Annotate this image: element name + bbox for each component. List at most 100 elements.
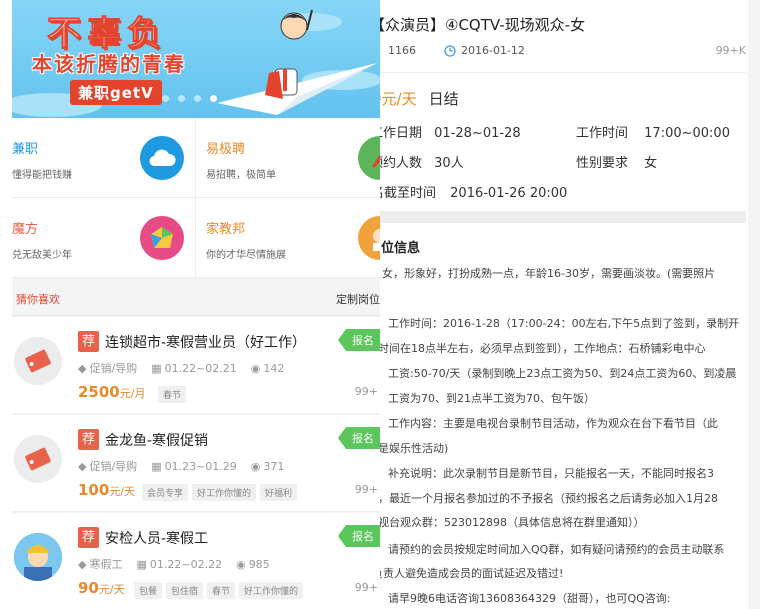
job-meta: ◆ 促销/导购 ▦ 01.23~01.29 ◉ 371	[78, 458, 284, 474]
job-avatar	[14, 533, 62, 581]
calendar-icon: ▦	[151, 459, 162, 473]
grid-item-yijipin[interactable]: 易极聘 易招聘，极简单	[196, 118, 380, 198]
recommend-badge: 荐	[78, 331, 99, 352]
grid-item-title: 家教邦	[206, 222, 246, 237]
desc-line: 工资为70、到21点半工资为70、包午饭）	[388, 392, 595, 405]
eye-icon: ◉	[236, 557, 246, 571]
job-salary: 2500元/月	[78, 383, 146, 401]
custom-jobs-link[interactable]: 定制岗位	[336, 291, 380, 307]
right-phone-screen: 【众演员】④CQTV-现场观众-女 1166 2016-01-12 99+K 0…	[380, 0, 760, 609]
screen-edge	[748, 0, 760, 609]
carousel-dot-active[interactable]	[210, 95, 217, 102]
job-views: ◉ 142	[250, 361, 285, 375]
deadline-row: 报名截至时间 2016-01-26 20:00	[380, 182, 567, 201]
carousel-dot[interactable]	[162, 95, 169, 102]
divider	[380, 72, 746, 73]
salary-value: 0元/天	[380, 90, 417, 108]
job-detail-meta: 1166 2016-01-12	[388, 44, 525, 57]
applicant-count: 99+	[354, 483, 378, 496]
headcount-label: 预约人数	[380, 156, 423, 171]
job-meta: ◆ 寒假工 ▦ 01.22~02.22 ◉ 985	[78, 556, 270, 572]
job-salary: 90元/天	[78, 579, 125, 597]
apply-button[interactable]: 报名	[338, 525, 380, 547]
job-title: 金龙鱼-寒假促销	[105, 433, 209, 449]
work-time-value: 17:00~00:00	[644, 126, 730, 141]
desc-line: 是娱乐性活动)	[380, 442, 449, 455]
grid-item-desc: 你的才华尽情施展	[206, 250, 286, 261]
feature-grid: 兼职 懂得能把钱赚 易极聘 易招聘，极简单 魔方 兑无敌美少年 家教邦 你的才华…	[12, 118, 380, 278]
job-tag-chip: 好工作你懂的	[239, 582, 304, 599]
section-divider	[380, 211, 746, 223]
job-tag-chip: 包餐	[134, 582, 163, 599]
job-list-item[interactable]: 荐 金龙鱼-寒假促销 ◆ 促销/导购 ▦ 01.23~01.29 ◉ 371 100元…	[12, 415, 380, 512]
recommend-header: 猜你喜欢 定制岗位	[12, 280, 380, 316]
apply-button[interactable]: 报名	[338, 329, 380, 351]
job-tag-chip: 好工作你懂的	[192, 484, 257, 501]
grid-item-jianzhi[interactable]: 兼职 懂得能把钱赚	[12, 118, 196, 198]
job-avatar	[14, 435, 62, 483]
publish-date: 2016-01-12	[444, 44, 525, 57]
job-tags: 包餐 包住宿 春节 好工作你懂的	[134, 582, 304, 599]
job-list-item[interactable]: 荐 连锁超市-寒假营业员（好工作） ◆ 促销/导购 ▦ 01.22~02.21 ◉ 1…	[12, 317, 380, 414]
desc-line: ，最近一个月报名参加过的不予报名（预约报名之后请务必加入1月28	[380, 492, 718, 505]
job-meta: ◆ 促销/导购 ▦ 01.22~02.21 ◉ 142	[78, 360, 284, 376]
desc-line: 负责人避免造成会员的面试延迟及错过!	[380, 567, 564, 580]
desc-line: 工作内容：主要是电视台录制节目活动，作为观众在台下看节目（此	[388, 417, 718, 430]
settlement-type: 日结	[428, 90, 459, 108]
job-tags: 会员专享 好工作你懂的 好福利	[142, 484, 298, 501]
headcount-value: 30人	[434, 156, 464, 171]
grid-item-jiajiaobang[interactable]: 家教邦 你的才华尽情施展	[196, 198, 380, 278]
banner-brand-logo: 兼职getV	[70, 80, 162, 105]
job-tag-chip: 包住宿	[166, 582, 204, 599]
carousel-indicator[interactable]	[162, 95, 217, 102]
cartoon-hero-icon	[280, 9, 313, 40]
eye-icon: ◉	[250, 459, 261, 473]
work-time-row: 工作时间 17:00~00:00	[576, 122, 730, 141]
job-title: 连锁超市-寒假营业员（好工作）	[105, 335, 307, 351]
grid-item-title: 兼职	[12, 142, 39, 157]
job-date: ▦ 01.22~02.22	[136, 557, 223, 571]
job-tag-chip: 会员专享	[142, 484, 189, 501]
job-detail-title: 【众演员】④CQTV-现场观众-女	[380, 16, 586, 34]
gender-label: 性别要求	[576, 156, 629, 171]
job-tag-chip: 春节	[158, 386, 187, 403]
work-time-label: 工作时间	[576, 126, 629, 141]
deadline-label: 报名截至时间	[380, 186, 437, 201]
desc-line: 补充说明：此次录制节目是新节目，只能报名一天，不能同时报名3	[388, 467, 714, 480]
salary-row: 0元/天日结	[380, 88, 459, 109]
view-count: 99+K	[715, 44, 746, 57]
recommend-badge: 荐	[78, 527, 99, 548]
grid-item-mofang[interactable]: 魔方 兑无敌美少年	[12, 198, 196, 278]
gender-row: 性别要求 女	[576, 152, 657, 171]
carousel-dot[interactable]	[194, 95, 201, 102]
gender-value: 女	[644, 156, 658, 171]
job-tag-chip: 好福利	[260, 484, 298, 501]
clock-icon	[444, 44, 456, 57]
applicant-count: 99+	[354, 385, 378, 398]
job-category: ◆ 寒假工	[78, 557, 123, 572]
carousel-dot[interactable]	[178, 95, 185, 102]
apply-button[interactable]: 报名	[338, 427, 380, 449]
cube-icon	[140, 216, 184, 260]
left-phone-screen: 不辜负 本该折腾的青春 兼职getV 兼职 懂得能把钱赚 易极聘 易招聘，极简单…	[12, 0, 380, 609]
desc-line: 视台观众群：523012898（具体信息将在群里通知））	[380, 516, 645, 529]
recommend-badge: 荐	[78, 429, 99, 450]
deadline-value: 2016-01-26 20:00	[450, 186, 568, 201]
desc-line: 工作时间：2016-1-28（17:00-24：00左右,下午5点到了签到，录制…	[388, 317, 740, 330]
calendar-icon: ▦	[136, 557, 147, 571]
job-title: 安检人员-寒假工	[105, 531, 209, 547]
job-avatar	[14, 337, 62, 385]
desc-line: 时间在18点半左右，必须早点到签到），工作地点：石桥铺彩电中心	[380, 342, 706, 355]
work-date-label: 工作日期	[380, 126, 423, 141]
job-category: ◆ 促销/导购	[78, 361, 138, 376]
tag-icon: ◆	[78, 557, 87, 571]
job-salary: 100元/天	[78, 481, 136, 499]
promo-banner[interactable]: 不辜负 本该折腾的青春 兼职getV	[12, 0, 380, 118]
tag-icon: ◆	[78, 361, 87, 375]
job-tags: 春节	[158, 386, 187, 403]
job-category: ◆ 促销/导购	[78, 459, 138, 474]
job-views: ◉ 371	[250, 459, 285, 473]
job-list-item[interactable]: 荐 安检人员-寒假工 ◆ 寒假工 ▦ 01.22~02.22 ◉ 985 90元/天 …	[12, 513, 380, 609]
job-views: ◉ 985	[236, 557, 270, 571]
headcount-row: 预约人数 30人	[380, 152, 464, 171]
